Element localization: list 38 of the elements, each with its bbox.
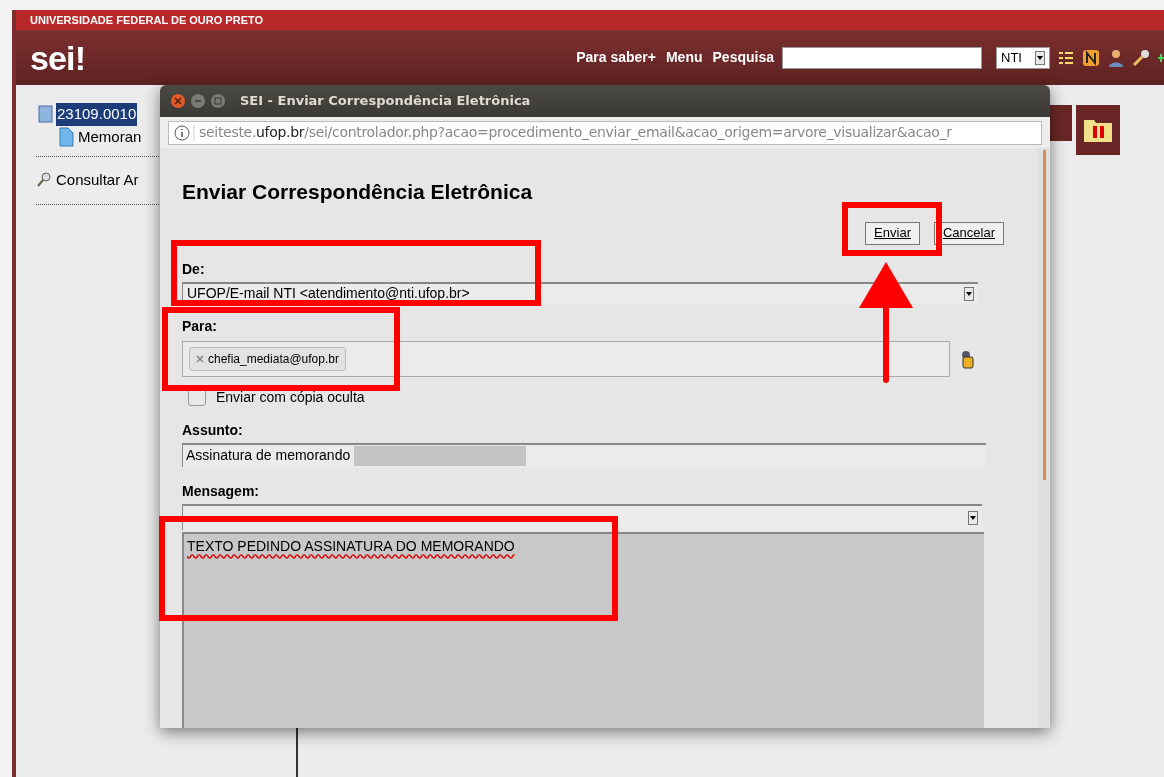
sei-logo[interactable]: sei! xyxy=(30,40,86,75)
message-area[interactable]: TEXTO PEDINDO ASSINATURA DO MEMORANDO xyxy=(182,531,984,728)
page-heading: Enviar Correspondência Eletrônica xyxy=(182,179,534,205)
side-link[interactable]: Consultar Ar xyxy=(56,169,139,192)
close-icon[interactable] xyxy=(170,93,186,109)
remove-icon[interactable] xyxy=(196,354,204,363)
unit-select[interactable]: NTI xyxy=(996,46,1050,69)
nav-link[interactable]: Menu xyxy=(665,47,703,68)
nav-link[interactable]: Pesquisa xyxy=(712,47,774,68)
info-icon[interactable] xyxy=(173,124,195,141)
letter-n-badge-icon[interactable] xyxy=(1082,48,1100,67)
cancel-button[interactable]: Cancelar xyxy=(933,221,1004,245)
tree-item[interactable]: 23109.0010 xyxy=(56,103,138,126)
checkbox-label: Enviar com cópia oculta xyxy=(216,387,365,407)
folder-pause-icon xyxy=(1083,117,1113,143)
recipients-field[interactable]: chefia_mediata@ufop.br xyxy=(182,340,950,377)
url-field[interactable]: seiteste.ufop.br/sei/controlador.php?acao=procedimento_enviar_email&acao_origem=arvore_visualizar&acao_r xyxy=(168,120,1042,145)
send-button[interactable]: Enviar xyxy=(865,221,920,245)
maximize-icon[interactable] xyxy=(210,93,226,109)
field-label: Assunto: xyxy=(182,420,244,440)
institution-bar: UNIVERSIDADE FEDERAL DE OURO PRETO xyxy=(16,10,1164,30)
scrollbar-thumb[interactable] xyxy=(1042,150,1046,480)
nav-link[interactable]: Para saber+ xyxy=(576,47,656,68)
document-icon xyxy=(58,126,74,147)
recipient-chip[interactable]: chefia_mediata@ufop.br xyxy=(189,346,346,371)
user-icon[interactable] xyxy=(1108,48,1124,67)
sender-select[interactable]: UFOP/E-mail NTI <atendimento@nti.ufop.br> xyxy=(182,281,978,304)
field-label: De: xyxy=(182,259,206,279)
minimize-icon[interactable] xyxy=(190,93,206,109)
list-icon[interactable] xyxy=(1058,50,1074,65)
field-label: Mensagem: xyxy=(182,481,261,501)
process-icon xyxy=(36,104,54,125)
search-field[interactable] xyxy=(782,46,982,69)
toolbar-button[interactable] xyxy=(1076,105,1120,155)
subject-field[interactable]: Assinatura de memorando xyxy=(182,442,986,467)
field-label: Para: xyxy=(182,316,219,336)
window-title: SEI - Enviar Correspondência Eletrônica xyxy=(240,92,531,111)
tree-item[interactable]: Memoran xyxy=(78,125,142,148)
